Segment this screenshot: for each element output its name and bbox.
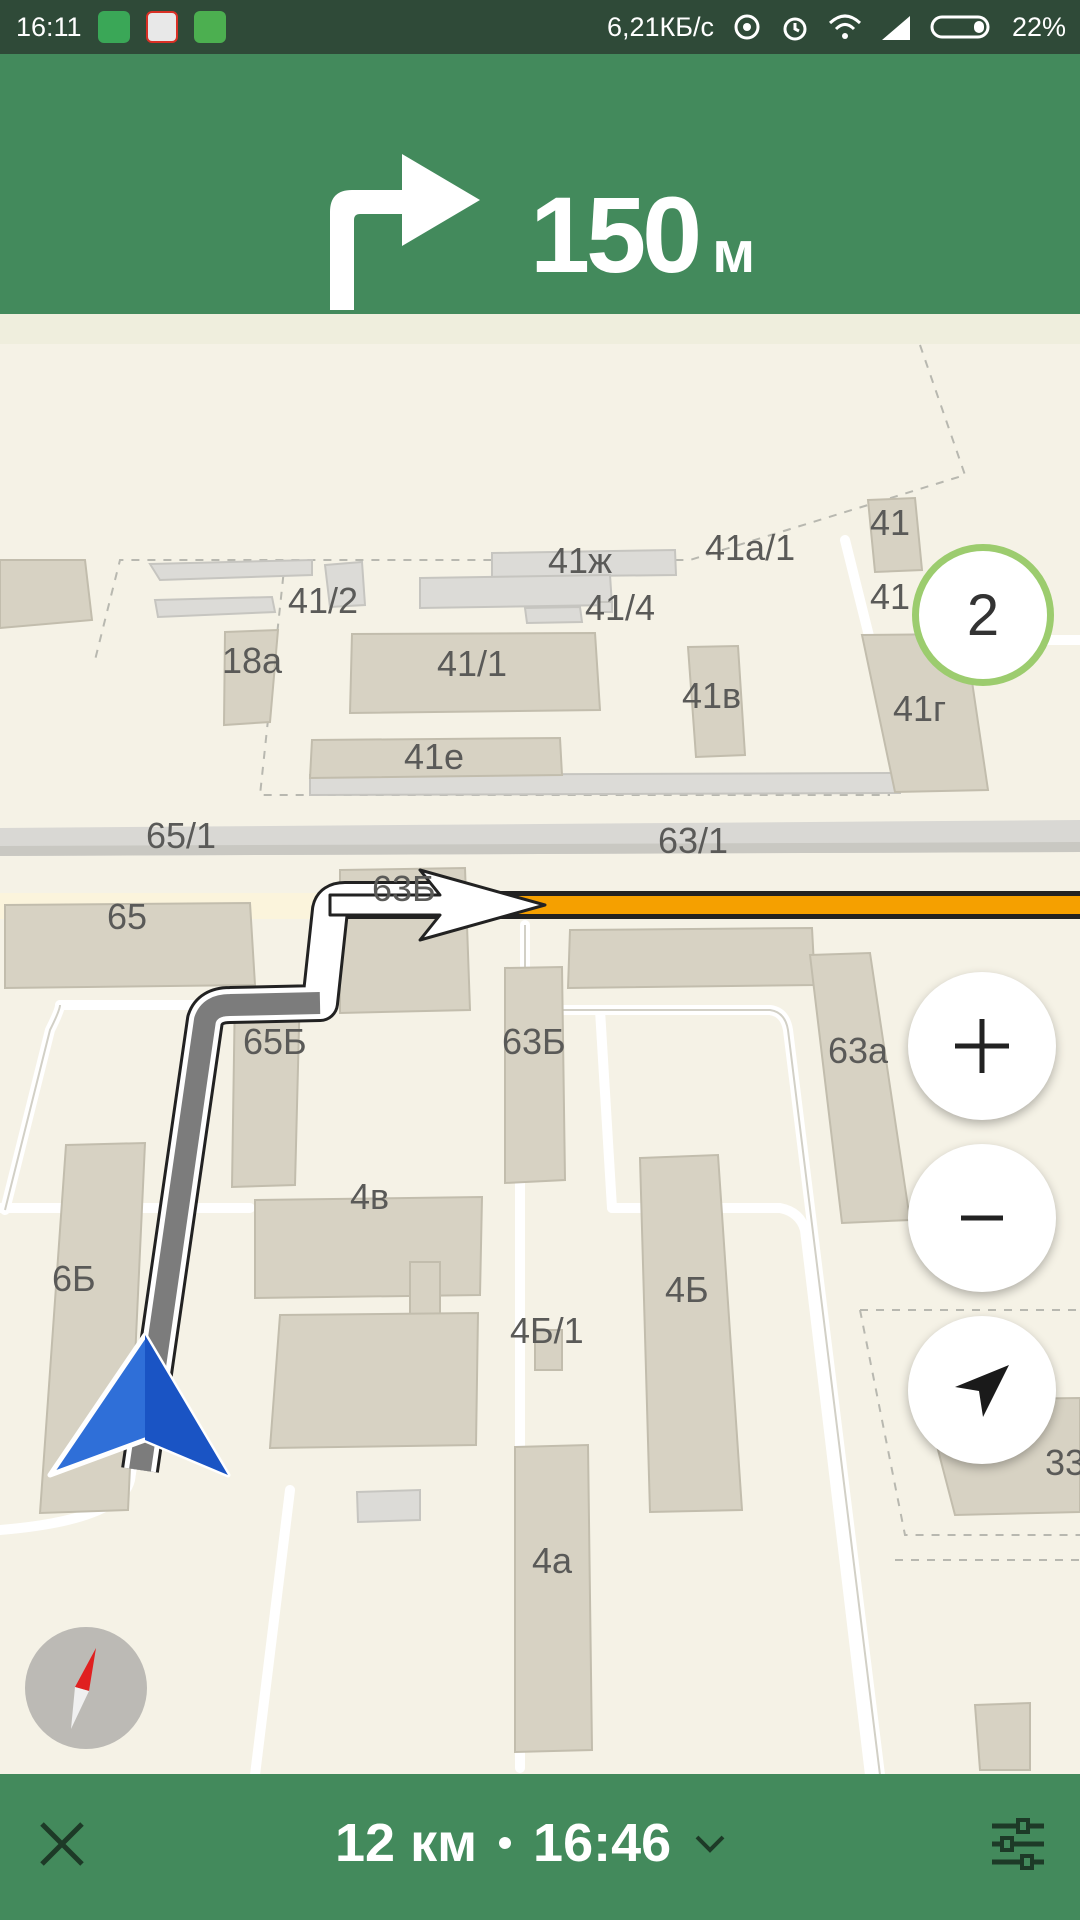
maps-app-icon bbox=[97, 11, 130, 43]
building-label: 65/1 bbox=[146, 815, 217, 856]
location-arrow-icon bbox=[955, 1365, 1009, 1417]
speed-camera-badge[interactable]: 2 bbox=[912, 544, 1054, 686]
building-label: 41ж bbox=[548, 540, 613, 581]
building-label: 4в bbox=[350, 1176, 390, 1217]
building-label: 41/4 bbox=[585, 587, 656, 628]
building-label: 41е bbox=[404, 736, 465, 777]
maneuver-distance: 150 м bbox=[530, 172, 755, 297]
building-label: 4Б bbox=[665, 1269, 709, 1310]
distance-value: 150 bbox=[530, 174, 702, 295]
building-label: 41/2 bbox=[288, 580, 359, 621]
building-label: 65Б bbox=[243, 1021, 307, 1062]
wifi-icon bbox=[828, 14, 861, 39]
my-location-button[interactable] bbox=[908, 1316, 1056, 1464]
compass-button[interactable] bbox=[25, 1627, 147, 1749]
distance-unit: м bbox=[712, 220, 756, 285]
alarm-icon bbox=[783, 17, 807, 41]
building-label: 4а bbox=[532, 1540, 573, 1581]
route-settings-button[interactable] bbox=[988, 1814, 1048, 1879]
building-label: 18а bbox=[222, 640, 283, 681]
hotspot-icon bbox=[734, 14, 760, 40]
status-time: 16:11 bbox=[16, 11, 82, 42]
building-label: 63Б bbox=[502, 1021, 566, 1062]
battery-percent: 22% bbox=[1011, 11, 1066, 42]
sliders-icon bbox=[992, 1818, 1044, 1870]
signal-icon bbox=[881, 16, 910, 40]
building-label: 41 bbox=[870, 576, 911, 617]
arrival-time: 16:46 bbox=[533, 1813, 672, 1873]
building-label: 33 bbox=[1045, 1442, 1080, 1483]
google-maps-icon bbox=[193, 11, 226, 43]
gmail-icon bbox=[145, 11, 178, 43]
building-label: 41а/1 bbox=[705, 527, 796, 568]
battery-icon bbox=[930, 15, 990, 39]
route-summary-bar: 12 км 16:46 bbox=[0, 1774, 1080, 1920]
building-label: 41/1 bbox=[437, 643, 508, 684]
building-label: 4Б/1 bbox=[510, 1310, 584, 1351]
status-bar: 16:11 6,21КБ/с 22% bbox=[0, 0, 1080, 54]
building-label: 63а bbox=[828, 1030, 889, 1071]
building-label: 6Б bbox=[52, 1258, 96, 1299]
zoom-in-button[interactable] bbox=[908, 972, 1056, 1120]
close-icon bbox=[40, 1822, 84, 1866]
route-info-button[interactable]: 12 км 16:46 bbox=[335, 1812, 727, 1874]
building-label: 63Б bbox=[372, 868, 436, 909]
remaining-distance: 12 км bbox=[335, 1813, 478, 1873]
building-label: 41г bbox=[893, 688, 947, 729]
building-label: 41в bbox=[682, 675, 742, 716]
speed-camera-count: 2 bbox=[966, 582, 1000, 648]
minus-icon bbox=[961, 1215, 1003, 1221]
zoom-out-button[interactable] bbox=[908, 1144, 1056, 1292]
chevron-down-icon bbox=[695, 1835, 725, 1853]
compass-icon bbox=[71, 1648, 96, 1729]
building-label: 41 bbox=[870, 502, 911, 543]
building-label: 63/1 bbox=[658, 820, 729, 861]
turn-right-icon bbox=[330, 154, 480, 310]
building-label: 65 bbox=[107, 896, 148, 937]
network-speed: 6,21КБ/с bbox=[606, 11, 714, 42]
plus-icon bbox=[955, 1019, 1009, 1073]
navigation-header: 150 м bbox=[0, 54, 1080, 314]
close-navigation-button[interactable] bbox=[32, 1814, 92, 1879]
separator-dot bbox=[499, 1837, 512, 1849]
